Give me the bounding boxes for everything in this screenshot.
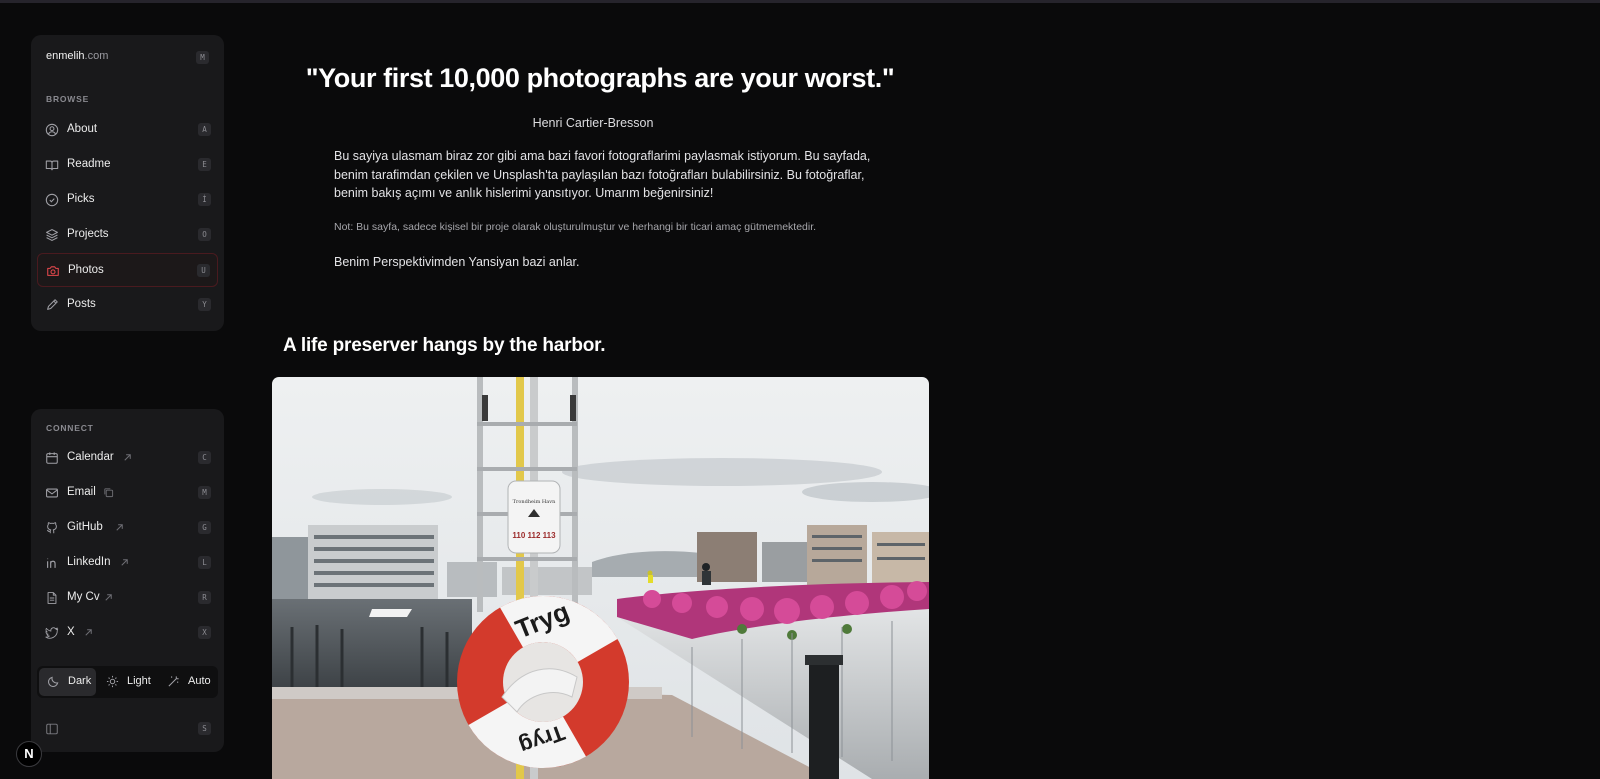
browse-section-label: BROWSE: [46, 94, 90, 104]
sidebar-item-x[interactable]: X X: [37, 616, 218, 650]
shortcut-key: O: [198, 228, 211, 241]
camera-icon: [47, 266, 59, 276]
sign-numbers: 110 112 113: [512, 531, 556, 540]
user-circle-icon: [45, 123, 59, 137]
sidebar-item-github[interactable]: GitHub G: [37, 511, 218, 545]
sidebar-item-label: Projects: [67, 228, 109, 240]
external-link-icon: [85, 629, 92, 636]
sidebar-item-label: GitHub: [67, 521, 103, 533]
sidebar-item-about[interactable]: About A: [37, 113, 218, 147]
perspective-text: Benim Perspektivimden Yansiyan bazi anla…: [334, 255, 580, 269]
shortcut-key: R: [198, 591, 211, 604]
sidebar-item-label: About: [67, 123, 98, 135]
connect-section-label: CONNECT: [46, 423, 94, 433]
sidebar-item-readme[interactable]: Readme E: [37, 148, 218, 182]
book-open-icon: [45, 160, 59, 171]
moon-icon: [48, 676, 59, 687]
mail-icon: [46, 488, 58, 498]
sidebar-item-label: Posts: [67, 298, 96, 310]
sidebar-item-projects[interactable]: Projects O: [37, 218, 218, 252]
sidebar-item-email[interactable]: Email M: [37, 476, 218, 510]
shortcut-key: Y: [198, 298, 211, 311]
nextjs-dev-badge[interactable]: N: [16, 741, 42, 767]
twitter-icon: [45, 627, 59, 639]
photo-title: A life preserver hangs by the harbor.: [283, 335, 606, 356]
theme-auto-button[interactable]: Auto: [159, 668, 216, 696]
disclaimer-note: Not: Bu sayfa, sadece kişisel bir proje …: [334, 221, 817, 233]
site-shortcut-key: M: [196, 51, 209, 64]
theme-auto-label: Auto: [188, 675, 211, 687]
shortcut-key: G: [198, 521, 211, 534]
sidebar-item-calendar[interactable]: Calendar C: [37, 441, 218, 475]
quote-author: Henri Cartier-Bresson: [532, 116, 654, 130]
sidebar-item-label: My Cv: [67, 591, 100, 603]
theme-switcher: Dark Light Auto: [37, 666, 218, 698]
sign-title: Trondheim Havn: [513, 499, 556, 505]
sidebar-item-my-cv[interactable]: My Cv R: [37, 581, 218, 615]
sidebar-icon: [46, 723, 58, 735]
harbor-photo-illustration: Trondheim Havn 110 112 113 Tryg Tryg: [272, 377, 929, 779]
sidebar-item-label: X: [67, 626, 75, 638]
sidebar-item-label: LinkedIn: [67, 556, 111, 568]
magic-wand-icon: [168, 676, 179, 687]
theme-light-label: Light: [127, 675, 151, 687]
shortcut-key: L: [198, 556, 211, 569]
pencil-icon: [47, 299, 58, 310]
page-quote: "Your first 10,000 photographs are your …: [305, 63, 895, 93]
theme-dark-label: Dark: [68, 675, 92, 687]
sidebar-item-picks[interactable]: Picks İ: [37, 183, 218, 217]
github-icon: [46, 522, 57, 534]
sun-icon: [106, 675, 119, 688]
external-link-icon: [105, 594, 112, 601]
shortcut-key: X: [198, 626, 211, 639]
sidebar-item-posts[interactable]: Posts Y: [37, 288, 218, 322]
shortcut-key: A: [198, 123, 211, 136]
check-circle-icon: [45, 193, 59, 207]
harbor-photo[interactable]: Trondheim Havn 110 112 113 Tryg Tryg: [272, 377, 929, 779]
site-name[interactable]: enmelih.com: [46, 50, 108, 62]
shortcut-key: E: [198, 158, 211, 171]
external-link-icon: [121, 559, 128, 566]
sidebar-item-label: Picks: [67, 193, 95, 205]
external-link-icon: [124, 454, 131, 461]
browse-panel: enmelih.com M BROWSE About A Readme E Pi…: [31, 35, 224, 331]
copy-icon: [104, 488, 114, 498]
top-border: [0, 0, 1600, 3]
connect-panel: CONNECT Calendar C Email M GitHub G Link…: [31, 409, 224, 752]
sidebar-item-label: Readme: [67, 158, 111, 170]
external-link-icon: [116, 524, 123, 531]
sidebar-item-photos[interactable]: Photos U: [37, 253, 218, 287]
linkedin-icon: [47, 558, 56, 568]
sidebar-item-label: Photos: [68, 264, 104, 276]
calendar-icon: [46, 452, 58, 464]
shortcut-key: U: [197, 264, 210, 277]
file-icon: [47, 592, 57, 604]
sidebar-toggle-button[interactable]: S: [37, 712, 218, 746]
shortcut-key: S: [198, 722, 211, 735]
theme-dark-button[interactable]: Dark: [39, 668, 96, 696]
theme-light-button[interactable]: Light: [98, 668, 157, 696]
shortcut-key: M: [198, 486, 211, 499]
sidebar-item-label: Email: [67, 486, 96, 498]
sidebar-item-label: Calendar: [67, 451, 114, 463]
layers-icon: [46, 229, 58, 241]
intro-paragraph: Bu sayiya ulasmam biraz zor gibi ama baz…: [334, 149, 871, 200]
shortcut-key: İ: [198, 193, 211, 206]
shortcut-key: C: [198, 451, 211, 464]
sidebar-item-linkedin[interactable]: LinkedIn L: [37, 546, 218, 580]
